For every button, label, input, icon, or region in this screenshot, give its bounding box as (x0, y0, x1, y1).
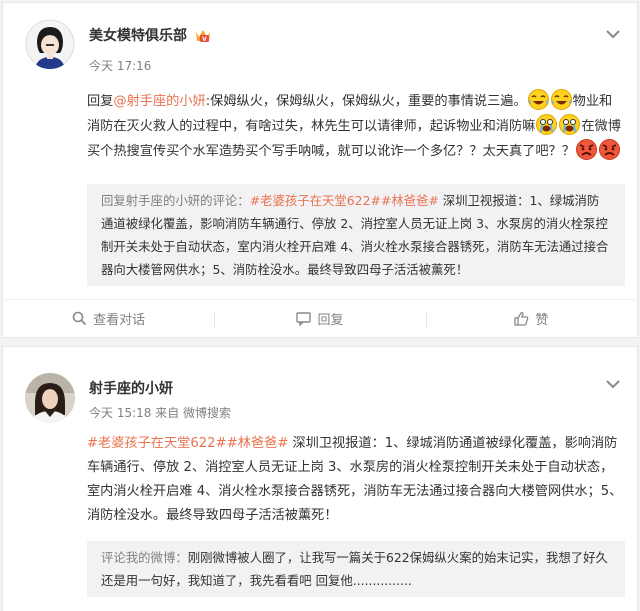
laugh-cry-emoji (550, 89, 572, 110)
feed-card-reply: 美女模特俱乐部 V 今天 17:16 回复@射手座的小妍:保姆纵火，保姆纵火，保… (2, 2, 638, 338)
feed-card-original: 射手座的小妍 今天 15:18 来自 微博搜索 #老婆孩子在天堂622##林爸爸… (2, 346, 638, 611)
hashtag-link[interactable]: #老婆孩子在天堂622# (250, 193, 381, 208)
comment-notice[interactable]: 评论我的微博：刚刚微博被人圈了，让我写一篇关于622保姆纵火案的始末记实，我想了… (87, 541, 625, 597)
chevron-down-icon[interactable] (605, 25, 621, 39)
vip-crown-icon: V (194, 27, 212, 47)
user-avatar[interactable] (25, 373, 75, 423)
view-dialog-button[interactable]: 查看对话 (3, 300, 214, 337)
quote-header: 评论我的微博： (101, 550, 188, 565)
angry-emoji (575, 139, 597, 160)
post-body: #老婆孩子在天堂622##林爸爸# 深圳卫视报道：1、绿城消防通道被绿化覆盖，影… (87, 436, 623, 523)
post-timestamp[interactable]: 今天 17:16 (89, 57, 151, 74)
user-avatar[interactable] (25, 19, 75, 69)
comment-icon (296, 311, 312, 326)
quote-header[interactable]: 回复射手座的小妍的评论： (101, 193, 250, 208)
like-button[interactable]: 赞 (425, 300, 637, 337)
chevron-down-icon[interactable] (605, 375, 621, 389)
username[interactable]: 射手座的小妍 (89, 378, 173, 398)
post-text-part: :保姆纵火，保姆纵火，保姆纵火，重要的事情说三遍。 (205, 94, 527, 109)
reply-button[interactable]: 回复 (214, 300, 425, 337)
post-body: 回复@射手座的小妍:保姆纵火，保姆纵火，保姆纵火，重要的事情说三遍。 物业和消防在… (87, 89, 623, 164)
mention-link[interactable]: @射手座的小妍 (113, 94, 205, 109)
hashtag-link[interactable]: #林爸爸# (227, 436, 289, 451)
hashtag-link[interactable]: #林爸爸# (381, 193, 439, 208)
crying-emoji (536, 114, 558, 135)
quoted-comment[interactable]: 回复射手座的小妍的评论：#老婆孩子在天堂622##林爸爸# 深圳卫视报道：1、绿… (87, 184, 625, 286)
svg-text:V: V (202, 36, 207, 43)
action-bar: 查看对话 回复 赞 (3, 299, 637, 337)
username[interactable]: 美女模特俱乐部 V (89, 25, 212, 47)
crying-emoji (559, 114, 581, 135)
post-timestamp-source[interactable]: 今天 15:18 来自 微博搜索 (89, 404, 231, 421)
search-icon (72, 311, 87, 326)
thumbs-up-icon (514, 312, 529, 326)
hashtag-link[interactable]: #老婆孩子在天堂622# (87, 436, 227, 451)
reply-prefix: 回复 (87, 94, 114, 109)
angry-emoji (598, 139, 620, 160)
laugh-cry-emoji (527, 89, 549, 110)
